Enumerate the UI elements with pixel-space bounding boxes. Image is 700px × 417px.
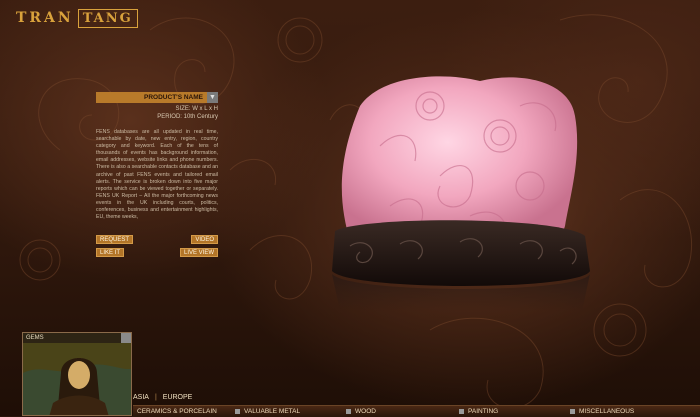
like-button[interactable]: LIKE IT: [96, 248, 125, 257]
category-valuable-metal[interactable]: VALUABLE METAL: [235, 406, 300, 417]
region-europe[interactable]: EUROPE: [163, 394, 193, 401]
brand-logo[interactable]: TRAN TANG: [16, 5, 138, 31]
product-period: PERIOD: 10th Century: [157, 114, 218, 120]
region-switcher: ASIA | EUROPE: [133, 391, 192, 403]
region-separator: |: [154, 393, 157, 401]
brand-name: TRAN: [16, 10, 74, 26]
product-info-panel: PRODUCT'S NAME ▼ SIZE: W x L x H PERIOD:…: [96, 92, 218, 262]
gems-category-thumbnail[interactable]: GEMS: [22, 332, 132, 416]
video-button[interactable]: VIDEO: [191, 235, 218, 244]
product-name: PRODUCT'S NAME: [144, 94, 203, 101]
square-icon: [235, 408, 240, 414]
square-icon: [346, 408, 351, 414]
thumbnail-toggle[interactable]: [121, 333, 131, 343]
product-size: SIZE: W x L x H: [175, 106, 218, 112]
category-bar: CERAMICS & PORCELAIN VALUABLE METAL WOOD…: [133, 405, 700, 417]
gems-label: GEMS: [23, 333, 131, 343]
chevron-down-icon[interactable]: ▼: [207, 92, 218, 103]
category-label: VALUABLE METAL: [244, 408, 301, 415]
jade-sculpture-image: [332, 76, 590, 311]
product-description: FENS databases are all updated in real t…: [96, 129, 218, 221]
live-view-button[interactable]: LIVE VIEW: [179, 248, 218, 257]
category-label: WOOD: [355, 408, 376, 415]
square-icon: [459, 408, 464, 414]
category-label: CERAMICS & PORCELAIN: [137, 408, 217, 415]
region-asia[interactable]: ASIA: [133, 394, 149, 401]
category-ceramics[interactable]: CERAMICS & PORCELAIN: [137, 406, 217, 417]
category-painting[interactable]: PAINTING: [459, 406, 498, 417]
category-miscellaneous[interactable]: MISCELLANEOUS: [570, 406, 634, 417]
request-button[interactable]: REQUEST: [96, 235, 134, 244]
category-label: MISCELLANEOUS: [579, 408, 635, 415]
square-icon: [570, 408, 575, 414]
category-wood[interactable]: WOOD: [346, 406, 376, 417]
mona-lisa-image: [23, 333, 131, 415]
category-label: PAINTING: [468, 408, 499, 415]
brand-name-boxed: TANG: [77, 8, 138, 28]
panel-header[interactable]: PRODUCT'S NAME ▼: [96, 92, 218, 103]
